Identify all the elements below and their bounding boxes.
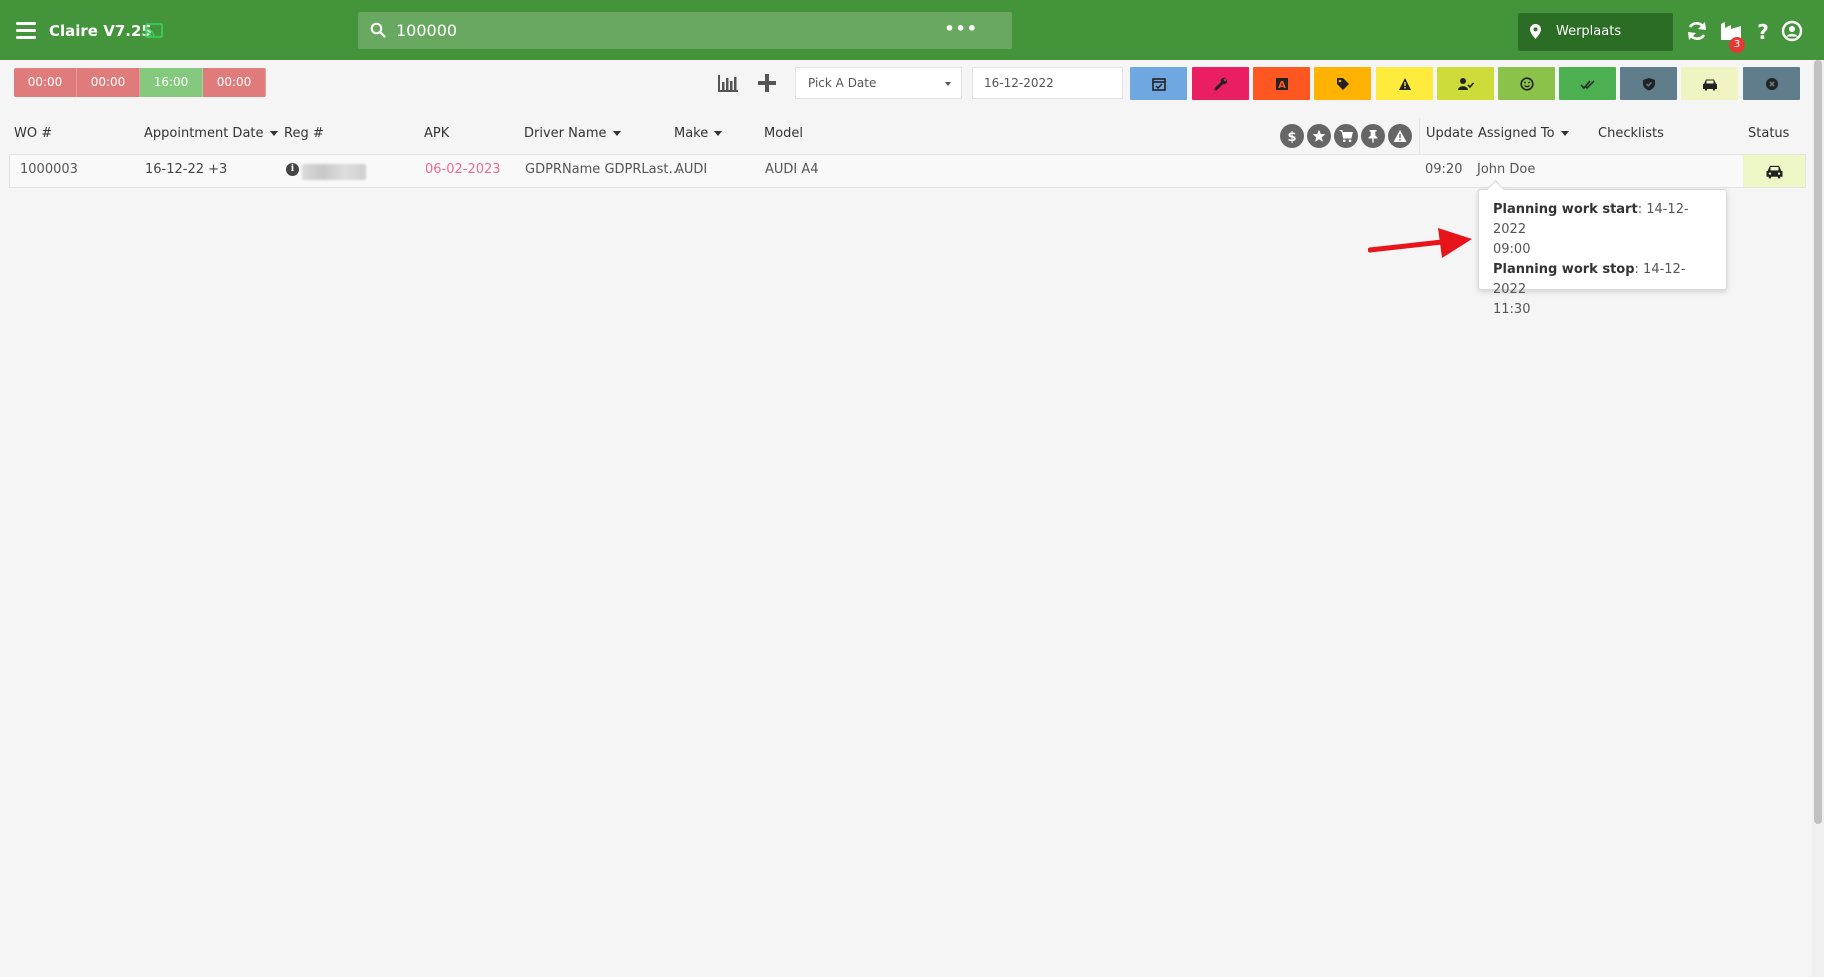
filter-smile-button[interactable] [1498, 67, 1555, 100]
header-update: Update [1426, 126, 1474, 141]
header-model: Model [764, 126, 804, 141]
header-driver-name[interactable]: Driver Name [524, 126, 621, 141]
filter-wrench-button[interactable] [1192, 67, 1249, 100]
planning-tooltip: Planning work start: 14-12-2022 09:00 Pl… [1478, 189, 1727, 317]
tooltip-stop-label: Planning work stop [1493, 262, 1635, 277]
svg-text:$: $ [1287, 130, 1296, 143]
hamburger-menu-icon[interactable] [16, 22, 36, 39]
date-picker-select[interactable]: Pick A Date [795, 67, 962, 99]
scrollbar-thumb[interactable] [1814, 60, 1822, 824]
warning-icon[interactable] [1388, 124, 1412, 148]
search-icon [370, 22, 386, 38]
notification-badge: 3 [1729, 37, 1745, 53]
tooltip-stop: Planning work stop: 14-12-2022 [1493, 260, 1712, 300]
sort-caret-icon [612, 131, 621, 136]
user-check-icon [1457, 77, 1474, 90]
shield-check-icon [1642, 77, 1655, 90]
pin-icon[interactable] [1361, 124, 1385, 148]
header-make-label: Make [674, 126, 709, 141]
dollar-icon[interactable]: $ [1280, 124, 1304, 148]
wrench-icon [1214, 77, 1227, 90]
tooltip-start-label: Planning work start [1493, 202, 1638, 217]
cell-wo[interactable]: 1000003 [20, 162, 78, 177]
timer-2[interactable]: 00:00 [77, 68, 140, 97]
add-icon[interactable] [756, 73, 778, 93]
date-picker-placeholder: Pick A Date [808, 76, 877, 90]
star-icon[interactable] [1307, 124, 1331, 148]
svg-text:A: A [1278, 80, 1286, 91]
cell-driver-name: GDPRName GDPRLast… [525, 162, 682, 177]
sort-caret-icon [714, 131, 723, 136]
cast-icon[interactable] [145, 23, 163, 38]
header-appointment-date[interactable]: Appointment Date [144, 126, 278, 141]
cell-assigned-to[interactable]: John Doe [1477, 162, 1535, 177]
tooltip-stop-time: 11:30 [1493, 302, 1531, 317]
header-apk: APK [424, 126, 450, 141]
search-more-icon[interactable]: ••• [944, 19, 978, 38]
svg-text:?: ? [1757, 20, 1769, 42]
car-icon [1766, 165, 1783, 179]
top-bar: Claire V7.25 ••• Werplaats 3 ? [0, 0, 1824, 60]
cell-reg-redacted [302, 164, 366, 180]
timer-1[interactable]: 00:00 [14, 68, 77, 97]
filter-tag-button[interactable] [1314, 67, 1371, 100]
chevron-down-icon [945, 82, 951, 86]
smile-icon [1519, 76, 1534, 91]
app-title: Claire V7.25 [49, 22, 152, 40]
header-status: Status [1748, 126, 1790, 141]
cell-model: AUDI A4 [765, 162, 819, 177]
tag-icon [1336, 77, 1349, 90]
double-check-icon [1579, 79, 1595, 89]
filter-user-check-button[interactable] [1437, 67, 1494, 100]
cell-appointment-date: 16-12-22 +3 [145, 162, 228, 177]
letter-a-icon: A [1275, 77, 1288, 91]
sort-caret-icon [269, 131, 278, 136]
car-icon [1702, 79, 1717, 90]
tooltip-start: Planning work start: 14-12-2022 [1493, 200, 1712, 240]
timer-3[interactable]: 16:00 [140, 68, 203, 97]
cell-status[interactable] [1743, 155, 1805, 187]
tooltip-start-time: 09:00 [1493, 242, 1531, 257]
header-assigned-to[interactable]: Assigned To [1478, 126, 1569, 141]
filter-double-check-button[interactable] [1559, 67, 1616, 100]
date-input[interactable]: 16-12-2022 [972, 67, 1123, 99]
cell-make: AUDI [675, 162, 708, 177]
header-icon-group: $ [1280, 124, 1412, 148]
timer-4[interactable]: 00:00 [203, 68, 266, 97]
header-appointment-date-label: Appointment Date [144, 126, 264, 141]
cell-apk: 06-02-2023 [425, 162, 501, 177]
filter-a-button[interactable]: A [1253, 67, 1310, 100]
header-make[interactable]: Make [674, 126, 723, 141]
refresh-icon[interactable] [1686, 20, 1708, 42]
warning-icon [1398, 77, 1411, 90]
help-icon[interactable]: ? [1752, 20, 1774, 42]
info-icon[interactable]: i [286, 163, 299, 176]
header-checklists: Checklists [1598, 126, 1664, 141]
search-input[interactable] [396, 12, 936, 49]
header-driver-name-label: Driver Name [524, 126, 607, 141]
location-label: Werplaats [1556, 24, 1622, 39]
filter-cancel-button[interactable] [1743, 67, 1800, 100]
search-box: ••• [358, 12, 1012, 49]
table-row[interactable] [9, 154, 1806, 188]
location-selector[interactable]: Werplaats [1518, 13, 1673, 51]
location-pin-icon [1530, 24, 1541, 39]
annotation-arrow-icon [1368, 228, 1472, 258]
filter-warning-button[interactable] [1376, 67, 1433, 100]
cart-icon[interactable] [1334, 124, 1358, 148]
filter-calendar-button[interactable] [1130, 67, 1187, 100]
filter-shield-button[interactable] [1620, 67, 1677, 100]
sort-caret-icon [1560, 131, 1569, 136]
filter-car-button[interactable] [1681, 67, 1738, 100]
timer-group: 00:00 00:00 16:00 00:00 [14, 68, 266, 97]
vertical-scrollbar[interactable] [1812, 60, 1824, 977]
bar-chart-icon[interactable] [717, 73, 739, 93]
header-reg: Reg # [284, 126, 324, 141]
user-account-icon[interactable] [1781, 20, 1803, 42]
close-circle-icon [1765, 77, 1778, 90]
header-assigned-to-label: Assigned To [1478, 126, 1555, 141]
cell-update: 09:20 [1425, 162, 1463, 177]
calendar-check-icon [1151, 77, 1166, 91]
header-wo: WO # [14, 126, 53, 141]
